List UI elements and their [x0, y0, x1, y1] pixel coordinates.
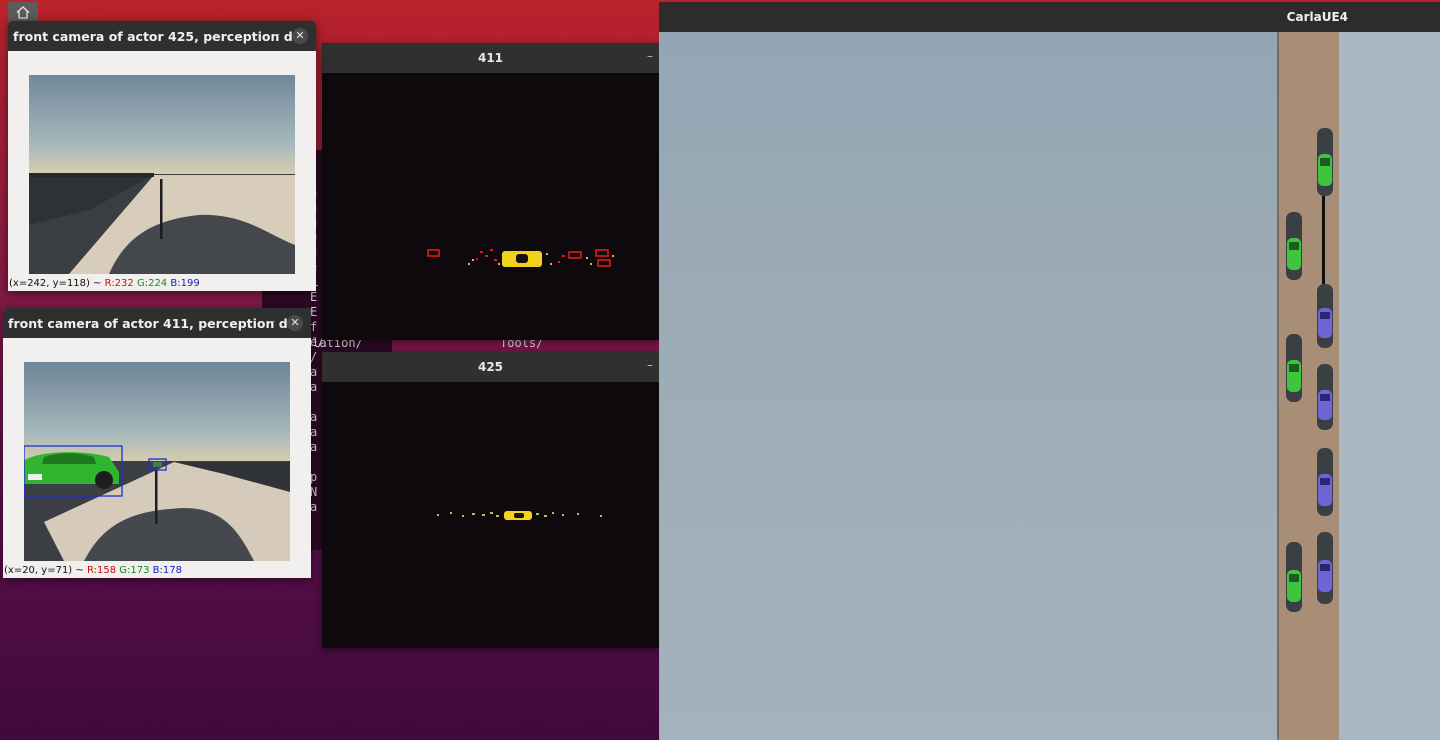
camera-scene	[24, 362, 290, 561]
minimize-button[interactable]: –	[647, 49, 653, 63]
terminal-line: E	[310, 290, 318, 304]
vehicle-layer	[1286, 128, 1333, 612]
home-button[interactable]	[8, 2, 38, 22]
camera-scene	[29, 75, 295, 274]
lidar-window-425[interactable]: 425 –	[322, 352, 659, 648]
status-bar: (x=242, y=118) ~ R:232 G:224 B:199	[9, 278, 200, 289]
status-green: G:224	[136, 278, 168, 289]
vehicle-green	[1286, 212, 1302, 280]
window-titlebar[interactable]: 425 –	[322, 352, 659, 382]
window-titlebar[interactable]: 411 –	[322, 43, 659, 73]
terminal-line: p	[310, 470, 318, 484]
green-car	[24, 452, 119, 489]
terminal-line: N	[310, 485, 318, 499]
vehicle-green	[1286, 542, 1302, 612]
terminal-line: a	[310, 500, 318, 514]
status-green: G:173	[119, 565, 150, 576]
close-button[interactable]: ✕	[292, 28, 308, 44]
window-titlebar[interactable]: front camera of actor 425, perception d.…	[8, 21, 316, 51]
simulator-viewport[interactable]	[660, 32, 1440, 740]
status-bar: (x=20, y=71) ~ R:158 G:173 B:178	[4, 565, 182, 576]
status-red: R:158	[86, 565, 117, 576]
window-titlebar[interactable]: front camera of actor 411, perception d.…	[3, 308, 311, 338]
status-blue: B:199	[170, 278, 200, 289]
minimize-button[interactable]: –	[647, 358, 653, 372]
vehicle-purple	[1317, 448, 1333, 516]
lidar-window-411[interactable]: 411 –	[322, 43, 659, 340]
terminal-line: a	[310, 440, 318, 454]
vehicle-purple	[1317, 284, 1333, 348]
terminal-line: a	[310, 425, 318, 439]
terminal-line: a	[310, 380, 318, 394]
vehicle-purple	[1317, 532, 1333, 604]
terminal-line: a	[310, 410, 318, 424]
camera-image[interactable]	[24, 362, 290, 561]
home-icon	[16, 5, 30, 19]
camera-window-actor-425[interactable]: front camera of actor 425, perception d.…	[8, 21, 316, 291]
window-title: front camera of actor 425, perception d.…	[13, 28, 307, 44]
terminal-line: E	[310, 305, 318, 319]
vehicle-purple	[1317, 364, 1333, 430]
vehicle-green	[1286, 334, 1302, 402]
window-title: 411	[477, 51, 504, 65]
minimize-button[interactable]: –	[274, 27, 280, 41]
camera-image[interactable]	[29, 75, 295, 274]
minimize-button[interactable]: –	[269, 314, 275, 328]
window-title: front camera of actor 411, perception d.…	[8, 315, 302, 331]
camera-window-actor-411[interactable]: front camera of actor 411, perception d.…	[3, 308, 311, 578]
close-button[interactable]: ✕	[287, 315, 303, 331]
vehicle-green	[1317, 128, 1333, 196]
window-title: CarlaUE4	[1286, 10, 1348, 24]
status-coords: (x=242, y=118) ~	[9, 278, 105, 289]
window-titlebar[interactable]: CarlaUE4	[659, 2, 1440, 32]
status-coords: (x=20, y=71) ~	[4, 565, 87, 576]
terminal-line: /	[310, 350, 318, 364]
lidar-pointcloud-411	[427, 249, 614, 267]
terminal-line: f	[310, 320, 318, 334]
terminal-line: a	[310, 365, 318, 379]
window-title: 425	[477, 360, 504, 374]
carla-window[interactable]: CarlaUE4	[659, 2, 1440, 740]
status-red: R:232	[104, 278, 134, 289]
status-blue: B:178	[152, 565, 182, 576]
lidar-pointcloud-425	[437, 511, 602, 520]
